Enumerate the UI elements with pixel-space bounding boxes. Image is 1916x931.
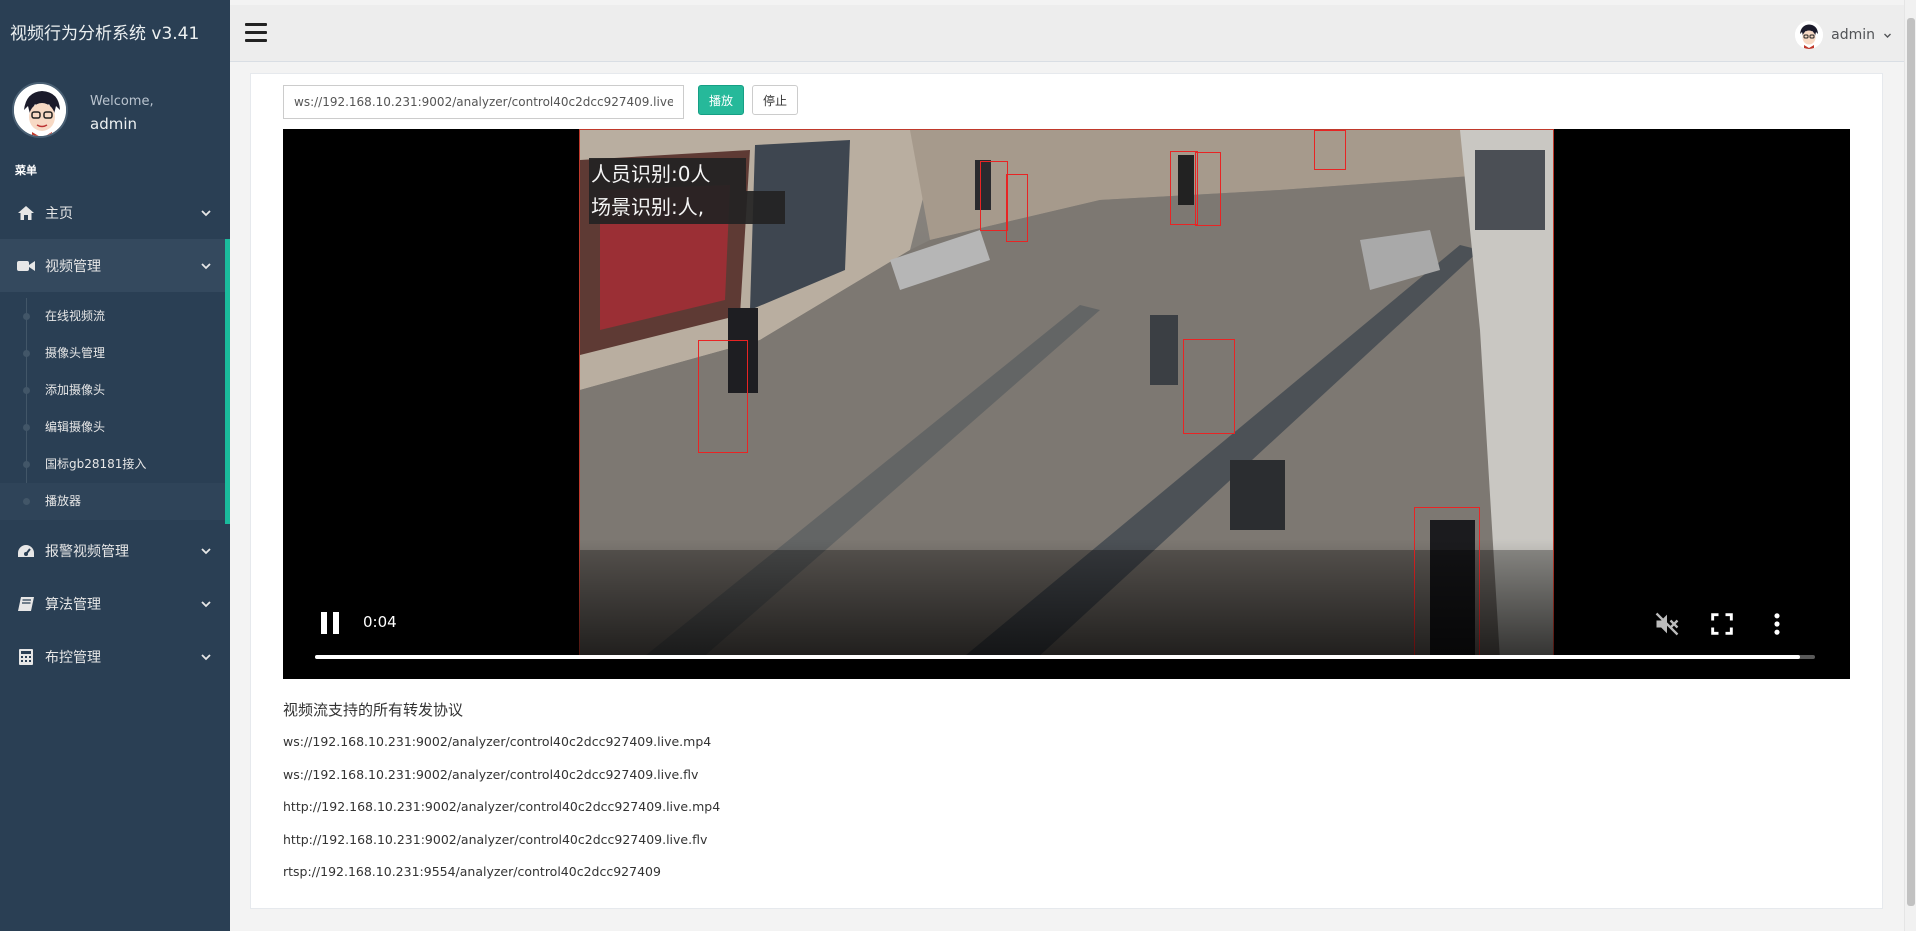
stream-url-input[interactable] <box>283 85 684 119</box>
submenu-item-edit-camera[interactable]: 编辑摄像头 <box>0 409 230 446</box>
current-time: 0:04 <box>363 613 397 631</box>
menu-section-title: 菜单 <box>15 164 37 177</box>
submenu-item-online-stream[interactable]: 在线视频流 <box>0 298 230 335</box>
profile-avatar <box>12 82 68 138</box>
detection-box <box>1183 339 1235 434</box>
protocol-url: http://192.168.10.231:9002/analyzer/cont… <box>283 831 708 847</box>
sidebar-item-video-management[interactable]: 视频管理 <box>0 239 230 292</box>
book-icon <box>15 596 37 612</box>
top-navbar: admin <box>230 5 1904 62</box>
video-progress-bar[interactable] <box>315 655 1815 659</box>
submenu-item-player[interactable]: 播放器 <box>0 483 230 520</box>
video-camera-icon <box>15 258 37 274</box>
sidebar-item-home[interactable]: 主页 <box>0 186 230 239</box>
protocol-url: rtsp://192.168.10.231:9554/analyzer/cont… <box>283 864 661 879</box>
detection-box <box>980 161 1008 231</box>
detection-box <box>1314 130 1346 170</box>
detection-box <box>1195 152 1221 226</box>
play-button[interactable]: 播放 <box>698 85 744 115</box>
chevron-down-icon <box>1884 33 1891 38</box>
sidebar-item-label: 算法管理 <box>45 596 101 613</box>
profile-block: Welcome, admin <box>0 68 230 156</box>
more-options-icon[interactable] <box>1763 610 1791 638</box>
detection-box <box>1006 174 1028 242</box>
player-panel: 播放 停止 <box>250 73 1883 909</box>
profile-username: admin <box>90 115 137 133</box>
stop-button[interactable]: 停止 <box>752 85 798 115</box>
sidebar-item-label: 视频管理 <box>45 258 101 275</box>
sidebar-item-algorithm[interactable]: 算法管理 <box>0 577 230 630</box>
submenu-item-camera-management[interactable]: 摄像头管理 <box>0 335 230 372</box>
detection-box <box>698 340 748 453</box>
welcome-text: Welcome, <box>90 94 154 109</box>
submenu-item-add-camera[interactable]: 添加摄像头 <box>0 372 230 409</box>
chevron-down-icon <box>201 262 211 269</box>
video-management-group: 视频管理 在线视频流 摄像头管理 添加摄像头 编辑摄像头 国标gb28181接入… <box>0 239 230 524</box>
protocol-url: http://192.168.10.231:9002/analyzer/cont… <box>283 799 721 814</box>
scene-label-overlay: 场景识别:人, <box>589 191 785 224</box>
chevron-down-icon <box>201 600 211 607</box>
sidebar-item-deployment[interactable]: 布控管理 <box>0 630 230 683</box>
protocol-list: ws://192.168.10.231:9002/analyzer/contro… <box>283 734 720 897</box>
menu-toggle-icon[interactable] <box>245 23 267 43</box>
muted-volume-icon[interactable] <box>1653 610 1681 638</box>
window-scrollbar[interactable] <box>1904 0 1916 931</box>
video-management-submenu: 在线视频流 摄像头管理 添加摄像头 编辑摄像头 国标gb28181接入 播放器 <box>0 292 230 524</box>
dashboard-icon <box>15 543 37 559</box>
submenu-item-gb28181[interactable]: 国标gb28181接入 <box>0 446 230 483</box>
protocol-url: ws://192.168.10.231:9002/analyzer/contro… <box>283 734 712 749</box>
chevron-down-icon <box>201 209 211 216</box>
app-title[interactable]: 视频行为分析系统 v3.41 <box>0 0 230 68</box>
video-player[interactable]: 人员识别:0人 场景识别:人, 0:04 <box>283 129 1850 679</box>
chevron-down-icon <box>201 653 211 660</box>
sidebar-item-label: 布控管理 <box>45 649 101 666</box>
progress-fill <box>315 655 1800 659</box>
sidebar-item-alarm-video[interactable]: 报警视频管理 <box>0 524 230 577</box>
sidebar-item-label: 主页 <box>45 205 73 222</box>
scrollbar-thumb[interactable] <box>1907 18 1915 906</box>
sidebar: 视频行为分析系统 v3.41 Welcome, admin 菜单 主页 视频管理… <box>0 0 230 931</box>
protocols-title: 视频流支持的所有转发协议 <box>283 701 464 719</box>
detection-box <box>1170 151 1198 225</box>
person-count-overlay: 人员识别:0人 <box>589 158 746 191</box>
protocol-url: ws://192.168.10.231:9002/analyzer/contro… <box>283 766 699 782</box>
home-icon <box>15 205 37 221</box>
user-name: admin <box>1831 27 1875 43</box>
pause-icon[interactable] <box>321 612 341 634</box>
fullscreen-icon[interactable] <box>1708 610 1736 638</box>
calculator-icon <box>15 648 37 665</box>
sidebar-item-label: 报警视频管理 <box>45 543 129 560</box>
user-avatar <box>1795 21 1824 49</box>
chevron-down-icon <box>201 547 211 554</box>
user-dropdown[interactable]: admin <box>1795 21 1892 49</box>
